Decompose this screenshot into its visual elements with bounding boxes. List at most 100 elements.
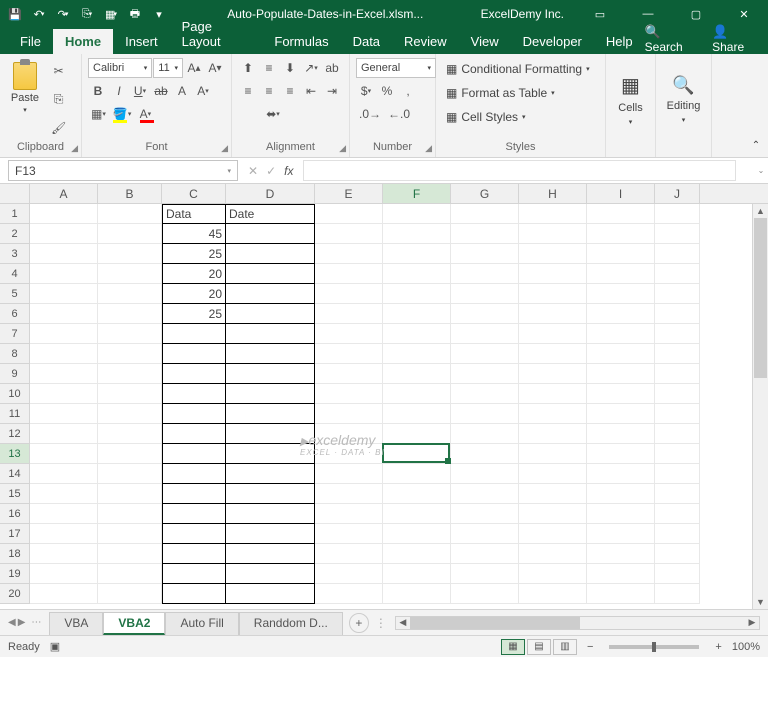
cell[interactable] [315,264,383,284]
cell[interactable]: 45 [162,224,226,244]
cell[interactable]: Data [162,204,226,224]
column-header[interactable]: A [30,184,98,203]
accounting-format-button[interactable]: $▾ [356,81,376,101]
cell[interactable] [226,364,315,384]
cell[interactable] [655,404,700,424]
cell[interactable] [315,584,383,604]
scroll-right-icon[interactable]: ▶ [745,617,759,628]
cell[interactable] [98,304,162,324]
cell[interactable] [98,224,162,244]
scroll-thumb[interactable] [410,617,580,629]
cell[interactable] [98,484,162,504]
cell[interactable] [451,564,519,584]
zoom-slider[interactable] [609,645,699,649]
enter-formula-icon[interactable]: ✓ [266,164,276,178]
cell[interactable] [655,384,700,404]
row-header[interactable]: 18 [0,544,30,564]
ribbon-display-icon[interactable]: ▭ [580,0,620,28]
merge-center-button[interactable]: ⬌▾ [238,104,308,124]
cell[interactable] [30,424,98,444]
cell[interactable] [162,364,226,384]
decrease-indent-button[interactable]: ⇤ [301,81,321,101]
cell[interactable] [226,324,315,344]
cell[interactable] [587,404,655,424]
column-header[interactable]: F [383,184,451,203]
cell[interactable] [655,424,700,444]
tab-view[interactable]: View [459,29,511,54]
column-header[interactable]: J [655,184,700,203]
cell[interactable] [226,384,315,404]
cell[interactable] [315,344,383,364]
scroll-left-icon[interactable]: ◀ [396,617,410,628]
cell[interactable] [30,524,98,544]
cell[interactable] [226,224,315,244]
cell[interactable] [519,564,587,584]
cell[interactable] [519,584,587,604]
cell[interactable] [315,204,383,224]
cell[interactable] [383,224,451,244]
cell[interactable] [98,524,162,544]
strikethrough-button[interactable]: ab [151,81,171,101]
sheet-tab[interactable]: Randdom D... [239,612,343,635]
row-header[interactable]: 14 [0,464,30,484]
comma-format-button[interactable]: , [398,81,418,101]
sheet-nav-next-icon[interactable]: ▶ [18,617,26,628]
tab-home[interactable]: Home [53,29,113,54]
row-header[interactable]: 12 [0,424,30,444]
cell[interactable] [383,544,451,564]
normal-view-button[interactable]: ▦ [501,639,525,655]
cell[interactable] [226,424,315,444]
cell[interactable] [519,204,587,224]
cell[interactable] [655,204,700,224]
column-header[interactable]: G [451,184,519,203]
cell[interactable] [315,304,383,324]
cell[interactable] [655,224,700,244]
increase-indent-button[interactable]: ⇥ [322,81,342,101]
borders-button[interactable]: ▦▾ [88,104,109,124]
cell[interactable] [30,444,98,464]
cell[interactable] [383,364,451,384]
cell[interactable] [655,484,700,504]
cell[interactable] [315,504,383,524]
cell[interactable] [98,404,162,424]
row-header[interactable]: 4 [0,264,30,284]
decrease-font-button[interactable]: A▾ [205,58,225,78]
qat-button[interactable]: 🖶 [124,4,146,24]
fx-icon[interactable]: fx [284,164,293,178]
cell[interactable] [162,344,226,364]
cell[interactable] [519,264,587,284]
cell[interactable] [587,444,655,464]
row-header[interactable]: 17 [0,524,30,544]
tab-review[interactable]: Review [392,29,459,54]
cell[interactable] [587,204,655,224]
dialog-launcher-icon[interactable]: ◢ [425,143,432,154]
redo-button[interactable]: ↷▾ [52,4,74,24]
increase-decimal-button[interactable]: .0→ [356,104,384,124]
cell[interactable] [587,464,655,484]
cell[interactable] [162,424,226,444]
cell[interactable] [587,364,655,384]
cell[interactable] [383,404,451,424]
column-header[interactable]: C [162,184,226,203]
align-left-button[interactable]: ≡ [238,81,258,101]
cell[interactable] [30,204,98,224]
cell[interactable] [315,384,383,404]
font-color-button[interactable]: A▾ [135,104,155,124]
cell[interactable] [30,244,98,264]
cell[interactable] [519,284,587,304]
cell[interactable] [655,504,700,524]
save-icon[interactable]: 💾 [4,4,26,24]
cell[interactable] [451,304,519,324]
cell[interactable] [98,284,162,304]
cell[interactable] [655,304,700,324]
cell[interactable] [162,504,226,524]
cell[interactable] [451,264,519,284]
tab-page-layout[interactable]: Page Layout [170,14,263,54]
row-header[interactable]: 16 [0,504,30,524]
expand-formula-bar-button[interactable]: ⌄ [754,158,768,183]
cell[interactable] [30,384,98,404]
cell[interactable] [162,384,226,404]
cell[interactable] [655,344,700,364]
cell[interactable] [451,204,519,224]
cell[interactable] [30,344,98,364]
